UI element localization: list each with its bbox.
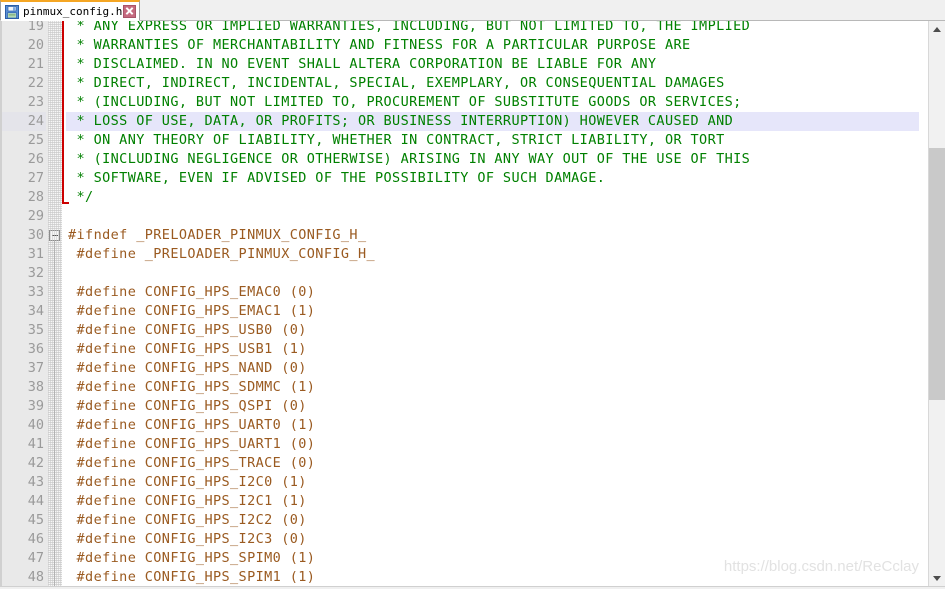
line-number: 43 xyxy=(27,474,44,490)
close-icon[interactable] xyxy=(123,4,137,18)
code-line[interactable]: * LOSS OF USE, DATA, OR PROFITS; OR BUSI… xyxy=(68,112,733,131)
code-line[interactable]: * ANY EXPRESS OR IMPLIED WARRANTIES, INC… xyxy=(68,21,750,36)
line-number: 42 xyxy=(27,455,44,471)
code-line[interactable]: #define CONFIG_HPS_NAND (0) xyxy=(68,359,307,378)
code-line[interactable]: * ON ANY THEORY OF LIABILITY, WHETHER IN… xyxy=(68,131,725,150)
line-number: 30 xyxy=(27,227,44,243)
code-line[interactable]: #define CONFIG_HPS_EMAC0 (0) xyxy=(68,283,315,302)
code-line[interactable]: #define CONFIG_HPS_USB1 (1) xyxy=(68,340,307,359)
code-line[interactable]: * DIRECT, INDIRECT, INCIDENTAL, SPECIAL,… xyxy=(68,74,725,93)
code-line[interactable]: #define _PRELOADER_PINMUX_CONFIG_H_ xyxy=(68,245,375,264)
line-number: 47 xyxy=(27,550,44,566)
line-number: 24 xyxy=(2,112,46,131)
line-number: 19 xyxy=(27,21,44,34)
comment-block-marker xyxy=(62,21,64,202)
code-line[interactable]: #define CONFIG_HPS_USB0 (0) xyxy=(68,321,307,340)
line-number: 38 xyxy=(27,379,44,395)
tab-bar-empty-area xyxy=(141,0,945,20)
line-number: 32 xyxy=(27,265,44,281)
line-number: 20 xyxy=(27,37,44,53)
code-line[interactable]: */ xyxy=(68,188,94,207)
line-number: 34 xyxy=(27,303,44,319)
line-number: 21 xyxy=(27,56,44,72)
code-line[interactable]: #define CONFIG_HPS_I2C3 (0) xyxy=(68,530,307,549)
editor-window: pinmux_config.h 19 20 21 22 23 24 25 26 27 28 29 30… xyxy=(0,0,945,589)
scroll-up-glyph xyxy=(933,27,941,32)
tab-label: pinmux_config.h xyxy=(23,4,123,18)
code-text-surface[interactable]: * ANY EXPRESS OR IMPLIED WARRANTIES, INC… xyxy=(62,21,919,587)
line-number: 44 xyxy=(27,493,44,509)
line-number: 48 xyxy=(27,569,44,585)
tab-pinmux-config-h[interactable]: pinmux_config.h xyxy=(0,0,141,21)
code-line[interactable]: * WARRANTIES OF MERCHANTABILITY AND FITN… xyxy=(68,36,691,55)
comment-block-marker-foot xyxy=(62,202,69,204)
line-number: 46 xyxy=(27,531,44,547)
code-line[interactable]: #define CONFIG_HPS_I2C2 (0) xyxy=(68,511,307,530)
line-number: 22 xyxy=(27,75,44,91)
line-number: 23 xyxy=(27,94,44,110)
code-line[interactable]: #ifndef _PRELOADER_PINMUX_CONFIG_H_ xyxy=(68,226,366,245)
code-line[interactable]: * SOFTWARE, EVEN IF ADVISED OF THE POSSI… xyxy=(68,169,605,188)
code-line[interactable]: #define CONFIG_HPS_SPIM0 (1) xyxy=(68,549,315,568)
code-line[interactable]: #define CONFIG_HPS_QSPI (0) xyxy=(68,397,307,416)
line-number: 27 xyxy=(27,170,44,186)
code-line[interactable]: #define CONFIG_HPS_SPIM1 (1) xyxy=(68,568,315,587)
fold-minus-icon[interactable] xyxy=(49,230,60,241)
code-line[interactable]: #define CONFIG_HPS_TRACE (0) xyxy=(68,454,315,473)
line-number-gutter[interactable]: 19 20 21 22 23 24 25 26 27 28 29 30 31 32 33 34 35 36 37 38… xyxy=(2,21,48,587)
code-line[interactable]: #define CONFIG_HPS_EMAC1 (1) xyxy=(68,302,315,321)
code-editor-area[interactable]: 19 20 21 22 23 24 25 26 27 28 29 30 31 32 33 34 35 36 37 38… xyxy=(0,21,945,587)
scroll-up-arrow-icon[interactable] xyxy=(929,21,945,38)
line-number: 28 xyxy=(27,189,44,205)
folding-margin[interactable] xyxy=(48,21,62,587)
line-number: 39 xyxy=(27,398,44,414)
line-number: 36 xyxy=(27,341,44,357)
line-number: 45 xyxy=(27,512,44,528)
scrollbar-thumb[interactable] xyxy=(929,148,945,400)
line-number: 35 xyxy=(27,322,44,338)
code-line[interactable]: #define CONFIG_HPS_SDMMC (1) xyxy=(68,378,315,397)
tab-bar: pinmux_config.h xyxy=(0,0,945,21)
line-number: 37 xyxy=(27,360,44,376)
line-number: 40 xyxy=(27,417,44,433)
code-line[interactable]: * (INCLUDING, BUT NOT LIMITED TO, PROCUR… xyxy=(68,93,742,112)
line-number: 25 xyxy=(27,132,44,148)
line-number: 29 xyxy=(27,208,44,224)
line-number: 33 xyxy=(27,284,44,300)
line-number: 31 xyxy=(27,246,44,262)
fold-guide-line xyxy=(54,241,55,587)
scroll-down-arrow-icon[interactable] xyxy=(929,570,945,587)
vertical-scrollbar[interactable] xyxy=(928,21,945,587)
code-line[interactable]: #define CONFIG_HPS_I2C1 (1) xyxy=(68,492,307,511)
code-line[interactable]: * (INCLUDING NEGLIGENCE OR OTHERWISE) AR… xyxy=(68,150,750,169)
scroll-down-glyph xyxy=(933,576,941,581)
code-line[interactable]: #define CONFIG_HPS_I2C0 (1) xyxy=(68,473,307,492)
code-line[interactable]: #define CONFIG_HPS_UART1 (0) xyxy=(68,435,315,454)
line-number: 26 xyxy=(27,151,44,167)
code-line[interactable]: #define CONFIG_HPS_UART0 (1) xyxy=(68,416,315,435)
code-line[interactable]: * DISCLAIMED. IN NO EVENT SHALL ALTERA C… xyxy=(68,55,657,74)
line-number: 41 xyxy=(27,436,44,452)
save-floppy-icon xyxy=(5,4,19,19)
